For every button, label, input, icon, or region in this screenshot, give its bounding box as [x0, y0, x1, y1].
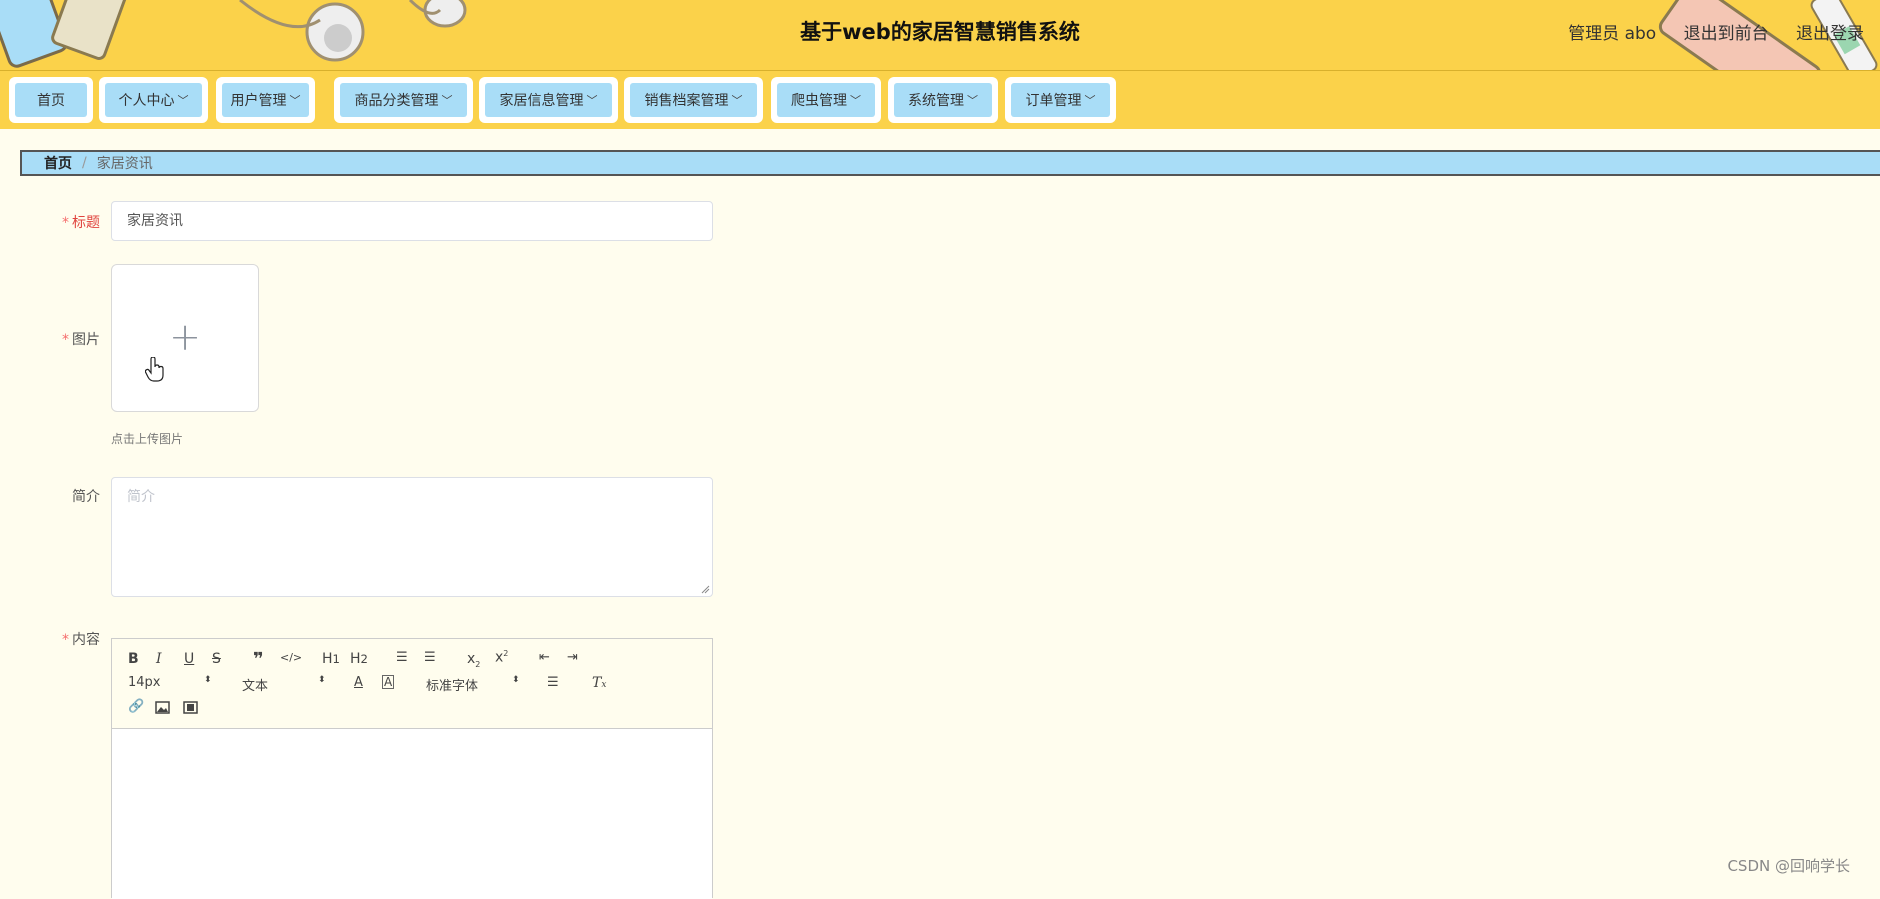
- header-select-value: 文本: [242, 679, 269, 694]
- font-size-select[interactable]: 14px ⬍: [128, 675, 218, 690]
- ordered-list-icon[interactable]: ☰: [396, 650, 408, 665]
- breadcrumb-separator: /: [82, 155, 87, 171]
- chevron-down-icon: ﹀: [289, 94, 301, 107]
- chevron-down-icon: ﹀: [967, 94, 978, 107]
- video-icon[interactable]: [183, 701, 198, 714]
- nav-item-personal-center[interactable]: 个人中心 ﹀: [99, 77, 208, 123]
- content-label-text: 内容: [72, 632, 100, 648]
- select-caret-icon: ⬍: [318, 675, 326, 685]
- image-icon[interactable]: [155, 701, 170, 714]
- editor-content-area[interactable]: [112, 729, 712, 899]
- image-uploader[interactable]: +: [111, 264, 259, 412]
- link-icon[interactable]: 🔗: [128, 699, 144, 714]
- bullet-list-icon[interactable]: ☰: [424, 650, 436, 665]
- nav-item-label: 订单管理: [1025, 93, 1082, 109]
- title-label: * 标题: [0, 212, 100, 232]
- watermark: CSDN @回响学长: [1727, 857, 1850, 875]
- nav-item-label: 商品分类管理: [354, 93, 439, 109]
- chevron-down-icon: ﹀: [731, 94, 743, 107]
- clean-format-icon[interactable]: Tx: [592, 675, 606, 691]
- intro-placeholder: 简介: [127, 489, 155, 505]
- hand-cursor-icon: [145, 357, 164, 382]
- chevron-down-icon: ﹀: [586, 94, 598, 107]
- h1-icon[interactable]: H1: [322, 651, 340, 667]
- nav-item-label: 首页: [37, 93, 65, 109]
- underline-icon[interactable]: U: [184, 651, 194, 667]
- background-color-icon[interactable]: A: [382, 675, 395, 689]
- front-page-link[interactable]: 退出到前台: [1684, 24, 1769, 44]
- chevron-down-icon: ﹀: [1084, 94, 1096, 107]
- intro-textarea[interactable]: 简介: [111, 477, 713, 597]
- header-select[interactable]: 文本 ⬍: [242, 675, 332, 694]
- logout-link[interactable]: 退出登录: [1796, 24, 1864, 44]
- required-mark: *: [62, 332, 69, 348]
- nav-item-category-management[interactable]: 商品分类管理 ﹀: [334, 77, 473, 123]
- image-label-text: 图片: [72, 332, 100, 348]
- plus-icon: +: [169, 315, 201, 359]
- rich-text-editor: B I U S ❞ </> H1 H2 ☰ ☰ x2 x2 ⇤ ⇥ 14px ⬍…: [111, 638, 713, 899]
- admin-user-label: 管理员 abo: [1568, 24, 1657, 44]
- nav-item-label: 用户管理: [230, 93, 287, 109]
- chevron-down-icon: ﹀: [177, 94, 189, 107]
- editor-toolbar: B I U S ❞ </> H1 H2 ☰ ☰ x2 x2 ⇤ ⇥ 14px ⬍…: [112, 639, 712, 729]
- image-label: * 图片: [0, 329, 100, 349]
- select-caret-icon: ⬍: [512, 675, 520, 685]
- code-icon[interactable]: </>: [280, 651, 302, 664]
- chevron-down-icon: ﹀: [441, 94, 453, 107]
- title-label-text: 标题: [72, 215, 100, 231]
- font-size-value: 14px: [128, 675, 161, 690]
- nav-item-user-management[interactable]: 用户管理 ﹀: [216, 77, 315, 123]
- top-links: 管理员 abo 退出到前台 退出登录: [1546, 19, 1864, 44]
- superscript-icon[interactable]: x2: [495, 649, 508, 666]
- select-caret-icon: ⬍: [204, 675, 212, 685]
- nav-item-order-management[interactable]: 订单管理 ﹀: [1005, 77, 1116, 123]
- required-mark: *: [62, 632, 69, 648]
- nav-item-system-management[interactable]: 系统管理 ﹀: [888, 77, 998, 123]
- strike-icon[interactable]: S: [212, 651, 221, 667]
- required-mark: *: [62, 215, 69, 231]
- intro-label-text: 简介: [72, 489, 100, 505]
- intro-label: 简介: [0, 486, 100, 506]
- outdent-icon[interactable]: ⇤: [539, 650, 550, 665]
- upload-tip: 点击上传图片: [111, 432, 184, 446]
- nav-item-sales-archive-management[interactable]: 销售档案管理 ﹀: [624, 77, 763, 123]
- font-family-value: 标准字体: [426, 679, 479, 694]
- nav-item-label: 个人中心: [118, 93, 175, 109]
- nav-item-crawler-management[interactable]: 爬虫管理 ﹀: [771, 77, 881, 123]
- h2-icon[interactable]: H2: [350, 651, 368, 667]
- italic-icon[interactable]: I: [156, 651, 162, 667]
- breadcrumb-current: 家居资讯: [96, 156, 153, 172]
- content-label: * 内容: [0, 629, 100, 649]
- breadcrumb: 首页 / 家居资讯: [20, 150, 1880, 176]
- quote-icon[interactable]: ❞: [253, 649, 264, 670]
- nav-item-label: 销售档案管理: [644, 93, 729, 109]
- font-family-select[interactable]: 标准字体 ⬍: [426, 675, 526, 694]
- nav-item-furniture-management[interactable]: 家居信息管理 ﹀: [479, 77, 618, 123]
- breadcrumb-home[interactable]: 首页: [44, 153, 72, 173]
- header: 基于web的家居智慧销售系统 管理员 abo 退出到前台 退出登录: [0, 0, 1880, 70]
- bold-icon[interactable]: B: [128, 651, 139, 667]
- nav-item-home[interactable]: 首页: [9, 77, 93, 123]
- title-input[interactable]: 家居资讯: [111, 201, 713, 241]
- nav-item-label: 系统管理: [908, 93, 964, 109]
- resize-handle-icon[interactable]: [701, 585, 710, 594]
- top-nav: 首页 个人中心 ﹀ 用户管理 ﹀ 商品分类管理 ﹀ 家居信息管理 ﹀ 销售档案管理 ﹀ 爬…: [0, 70, 1880, 129]
- subscript-icon[interactable]: x2: [467, 651, 480, 669]
- indent-icon[interactable]: ⇥: [567, 650, 578, 665]
- nav-item-label: 家居信息管理: [499, 93, 584, 109]
- font-color-icon[interactable]: A: [354, 675, 363, 690]
- nav-item-label: 爬虫管理: [791, 93, 847, 109]
- align-icon[interactable]: ☰: [547, 675, 559, 690]
- chevron-down-icon: ﹀: [850, 94, 861, 107]
